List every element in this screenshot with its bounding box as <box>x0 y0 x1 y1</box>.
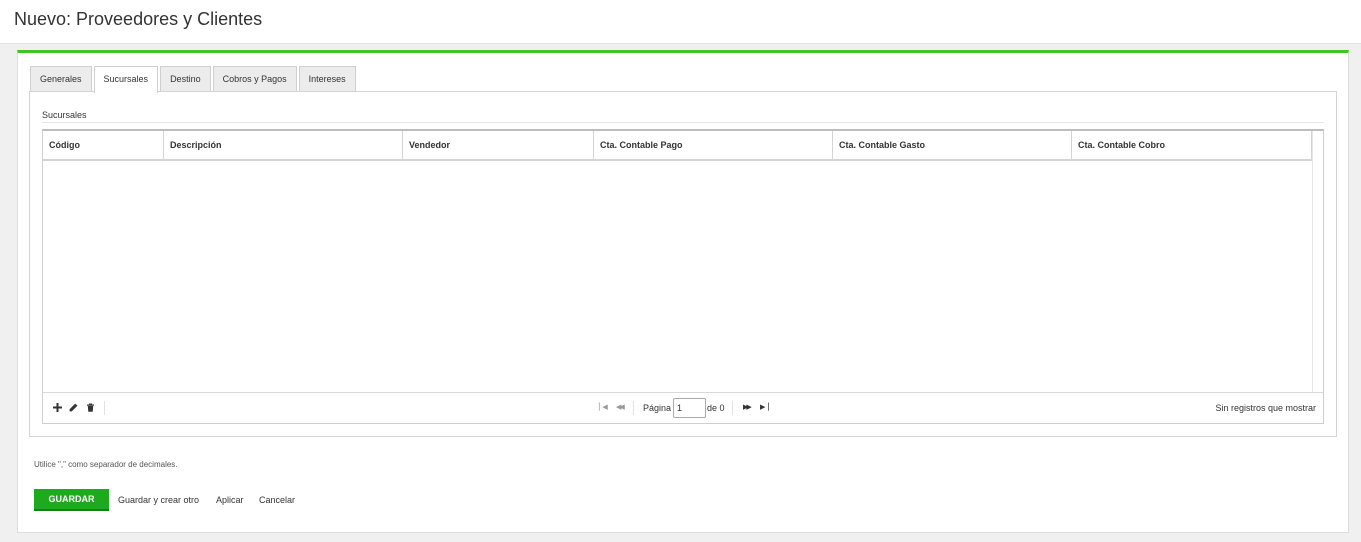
pager-separator <box>633 401 634 415</box>
column-header-cta-contable-pago[interactable]: Cta. Contable Pago <box>594 131 833 159</box>
section-divider <box>42 122 1324 123</box>
previous-page-icon[interactable]: ◀◀ <box>616 403 625 413</box>
trash-icon[interactable] <box>85 403 95 413</box>
last-page-icon[interactable]: ▶▕ <box>760 403 769 413</box>
page-label: Página <box>643 403 672 413</box>
section-title: Sucursales <box>42 110 87 120</box>
grid-pager: ▏◀ ◀◀ Página de 0 ▶▶ ▶▕ Sin registros qu… <box>43 392 1323 423</box>
column-header-vendedor[interactable]: Vendedor <box>403 131 594 159</box>
form-panel: Generales Sucursales Destino Cobros y Pa… <box>17 50 1349 533</box>
column-header-cta-contable-gasto[interactable]: Cta. Contable Gasto <box>833 131 1072 159</box>
next-page-icon[interactable]: ▶▶ <box>743 403 752 413</box>
column-header-codigo[interactable]: Código <box>43 131 164 159</box>
tab-content: Sucursales Código Descripción Vendedor C… <box>29 91 1337 437</box>
grid-scrollbar[interactable] <box>1312 131 1323 393</box>
first-page-icon[interactable]: ▏◀ <box>599 403 608 413</box>
tab-sucursales[interactable]: Sucursales <box>93 66 159 93</box>
pager-status: Sin registros que mostrar <box>1215 403 1316 413</box>
column-header-cta-contable-cobro[interactable]: Cta. Contable Cobro <box>1072 131 1312 159</box>
tab-generales[interactable]: Generales <box>30 66 92 92</box>
page-header: Nuevo: Proveedores y Clientes <box>0 0 1361 44</box>
add-icon[interactable] <box>52 403 62 413</box>
toolbar-separator <box>104 401 105 415</box>
tab-bar: Generales Sucursales Destino Cobros y Pa… <box>30 66 358 93</box>
decimal-separator-hint: Utilice "," como separador de decimales. <box>34 460 178 469</box>
pager-separator <box>732 401 733 415</box>
tab-intereses[interactable]: Intereses <box>298 66 356 92</box>
column-header-descripcion[interactable]: Descripción <box>164 131 403 159</box>
pencil-icon[interactable] <box>68 403 78 413</box>
sucursales-grid: Código Descripción Vendedor Cta. Contabl… <box>42 129 1324 424</box>
page-title: Nuevo: Proveedores y Clientes <box>14 9 263 29</box>
page-number-input[interactable] <box>673 398 706 418</box>
tab-cobros-y-pagos[interactable]: Cobros y Pagos <box>212 66 297 92</box>
save-and-new-button[interactable]: Guardar y crear otro <box>118 493 199 507</box>
apply-button[interactable]: Aplicar <box>216 493 244 507</box>
tab-destino[interactable]: Destino <box>160 66 211 92</box>
cancel-button[interactable]: Cancelar <box>259 493 295 507</box>
grid-header: Código Descripción Vendedor Cta. Contabl… <box>43 131 1312 161</box>
page-total-label: de 0 <box>707 403 725 413</box>
save-button[interactable]: GUARDAR <box>34 489 109 511</box>
